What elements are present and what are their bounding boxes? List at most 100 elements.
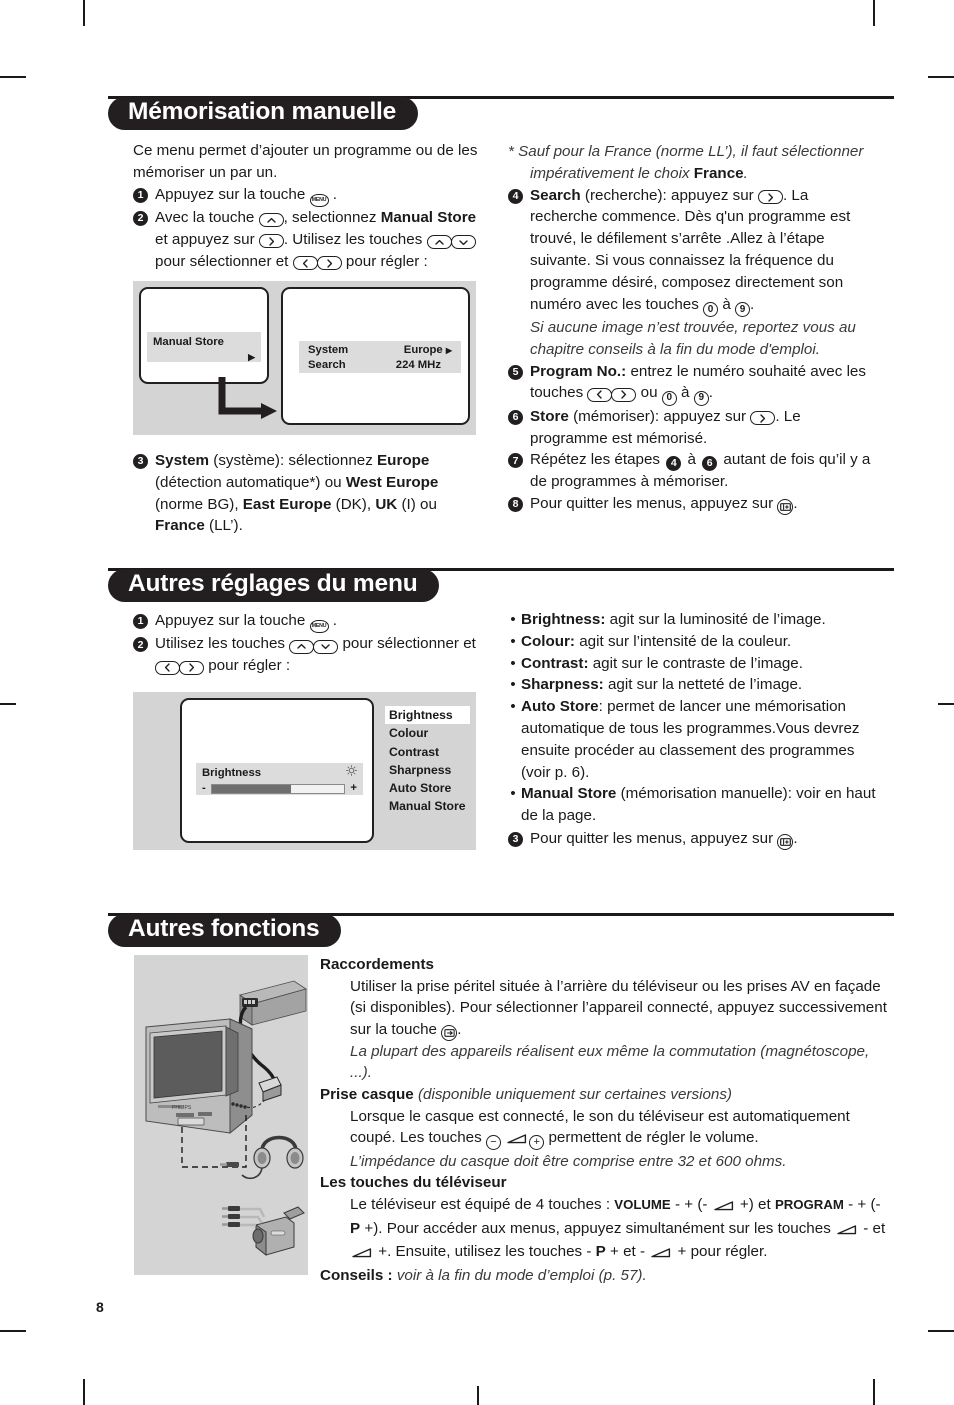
osd-row-title: Brightness xyxy=(196,765,363,781)
touches-heading: Les touches du téléviseur xyxy=(320,1174,507,1192)
bullet-text: Auto Store: permet de lancer une mémoris… xyxy=(521,696,880,783)
step3-a: (système): sélectionnez xyxy=(213,452,373,469)
osd-value-wrap: Europe ▶ xyxy=(404,343,452,358)
step3-f: (LL’). xyxy=(209,517,243,535)
step-text: Utilisez les touches pour sélectionner e… xyxy=(155,633,481,677)
crop-mark-right-top xyxy=(928,76,954,78)
touches-g: +. Ensuite, utilisez les touches - xyxy=(378,1243,592,1261)
step-number: 4 xyxy=(508,188,523,204)
bullet-text: Brightness: agit sur la luminosité de l’… xyxy=(521,609,880,631)
up-key-icon xyxy=(289,639,315,654)
step3-bold6: France xyxy=(155,517,205,535)
om-step3-a: Pour quitter les menus, appuyez sur xyxy=(530,829,774,847)
crop-mark-mid-left xyxy=(0,703,16,705)
bullet-brightness: • Brightness: agit sur la luminosité de … xyxy=(508,609,880,631)
step3-bold3: West Europe xyxy=(345,473,439,491)
raccordements-paragraph: Utiliser la prise péritel située à l’arr… xyxy=(320,976,888,1084)
number-key-0-icon: 0 xyxy=(661,390,677,406)
step2-a: Avec la touche xyxy=(155,208,255,226)
section-title-text: Autres réglages du menu xyxy=(128,570,418,598)
step-number: 7 xyxy=(508,453,523,469)
volume-wedge-icon xyxy=(507,1129,527,1151)
bullet-dot: • xyxy=(510,654,516,672)
step-text: Appuyez sur la touche MENU . xyxy=(155,610,481,634)
number-key-0-icon: 0 xyxy=(703,301,719,317)
other-menu-right-column: • Brightness: agit sur la luminosité de … xyxy=(508,609,880,850)
step5-b: ou xyxy=(640,384,658,402)
touches-h: + et - xyxy=(610,1243,646,1261)
bullet-desc: agit sur le contraste de l’image. xyxy=(592,654,803,672)
touches-a: Le téléviseur est équipé de 4 touches : xyxy=(350,1195,611,1213)
menu-item-manual-store[interactable]: Manual Store xyxy=(385,797,470,815)
menu-item-brightness[interactable]: Brightness xyxy=(385,706,470,725)
osd-menu-system-search: System Europe ▶ Search 224 MHz xyxy=(299,341,461,373)
bullet-bold: Sharpness: xyxy=(521,676,604,694)
step-text: Appuyez sur la touche MENU . xyxy=(155,184,481,207)
om-step1-pre: Appuyez sur la touche xyxy=(155,612,306,629)
manual-store-left-column: Ce menu permet d’ajouter un programme ou… xyxy=(133,140,481,272)
menu-key-icon: MENU xyxy=(309,620,329,634)
vcr-device-icon xyxy=(239,980,307,1026)
tv-connections-illustration: PHILIPS xyxy=(145,980,307,1257)
racc-end: . xyxy=(457,1020,462,1038)
touches-d: - + (- xyxy=(848,1195,881,1213)
osd-row: System Europe ▶ xyxy=(299,343,461,358)
conseils-text: voir à la fin du mode d’emploi (p. 57). xyxy=(396,1266,647,1284)
manual-store-intro: Ce menu permet d’ajouter un programme ou… xyxy=(133,142,478,181)
menu-item-colour[interactable]: Colour xyxy=(385,724,470,742)
osd-row: Search 224 MHz xyxy=(299,358,461,373)
bullet-text: Manual Store (mémorisation manuelle): vo… xyxy=(521,783,880,827)
flow-arrow xyxy=(217,377,287,427)
av-source-key-icon xyxy=(441,1024,458,1041)
up-key-icon xyxy=(426,235,452,250)
step-number: 8 xyxy=(508,496,523,512)
om-step2-a: Utilisez les touches xyxy=(155,635,285,653)
left-key-icon xyxy=(587,387,613,402)
crop-mark-mid-bottom xyxy=(477,1386,479,1405)
note-text: La plupart des appareils réalisent eux m… xyxy=(350,1042,870,1082)
volume-wedge-icon xyxy=(837,1220,857,1242)
osd-label: Brightness xyxy=(202,766,262,779)
step4-b: . La recherche commence. Dès q'un progra… xyxy=(530,186,851,313)
step-4: 4 Search (recherche): appuyez sur . La r… xyxy=(508,185,880,361)
step-text: Program No.: entrez le numéro souhaité a… xyxy=(530,361,880,406)
menu-item-contrast[interactable]: Contrast xyxy=(385,743,470,761)
step5-d: . xyxy=(708,384,713,402)
manual-page: Mémorisation manuelle Ce menu permet d’a… xyxy=(0,0,954,1405)
bullet-contrast: • Contrast: agit sur le contraste de l’i… xyxy=(508,653,880,675)
osd-row-slider: - + xyxy=(196,781,363,796)
step-2: 2 Utilisez les touches pour sélectionner… xyxy=(133,633,481,677)
exit-menu-key-icon xyxy=(777,833,794,850)
menu-item-auto-store[interactable]: Auto Store xyxy=(385,779,470,797)
left-key-icon xyxy=(292,256,318,271)
step4-italic-note: Si aucune image n’est trouvée, reportez … xyxy=(530,317,880,361)
osd-value: Europe xyxy=(403,344,443,356)
step5-bold: Program No.: xyxy=(530,362,627,380)
crop-mark-left-bottom xyxy=(0,1330,26,1332)
osd-row: Manual Store xyxy=(147,335,261,350)
right-key-icon xyxy=(316,256,342,271)
menu-item-sharpness[interactable]: Sharpness xyxy=(385,761,470,779)
inline-step-ref-4: 4 xyxy=(666,456,682,472)
step-7: 7 Répétez les étapes 4 à 6 autant de foi… xyxy=(508,449,880,493)
step-text: Répétez les étapes 4 à 6 autant de fois … xyxy=(530,449,880,493)
crop-mark-right-bottom xyxy=(928,1330,954,1332)
conseils-heading: Conseils : xyxy=(320,1266,393,1284)
step-8: 8 Pour quitter les menus, appuyez sur . xyxy=(508,493,880,515)
step4-a: (recherche): appuyez sur xyxy=(584,186,754,204)
touches-f: - et xyxy=(863,1219,886,1237)
exit-menu-key-icon xyxy=(777,498,794,515)
bullet-dot: • xyxy=(510,698,516,716)
bullet-dot: • xyxy=(510,785,516,803)
crop-mark-bottom-right xyxy=(873,1379,875,1405)
manual-store-right-column: * Sauf pour la France (norme LL’), il fa… xyxy=(508,141,880,515)
step3-bold4: East Europe xyxy=(242,495,332,513)
tv-set-icon: PHILIPS xyxy=(145,1018,253,1135)
osd-label: Manual Store xyxy=(153,336,224,348)
step-3: 3 Pour quitter les menus, appuyez sur . xyxy=(508,828,880,850)
footnote-france: * Sauf pour la France (norme LL’), il fa… xyxy=(508,141,880,185)
om-step1-post: . xyxy=(332,612,337,629)
step-number: 2 xyxy=(133,210,148,226)
right-arrow-icon: ▶ xyxy=(445,346,452,355)
bullet-dot: • xyxy=(510,611,516,628)
